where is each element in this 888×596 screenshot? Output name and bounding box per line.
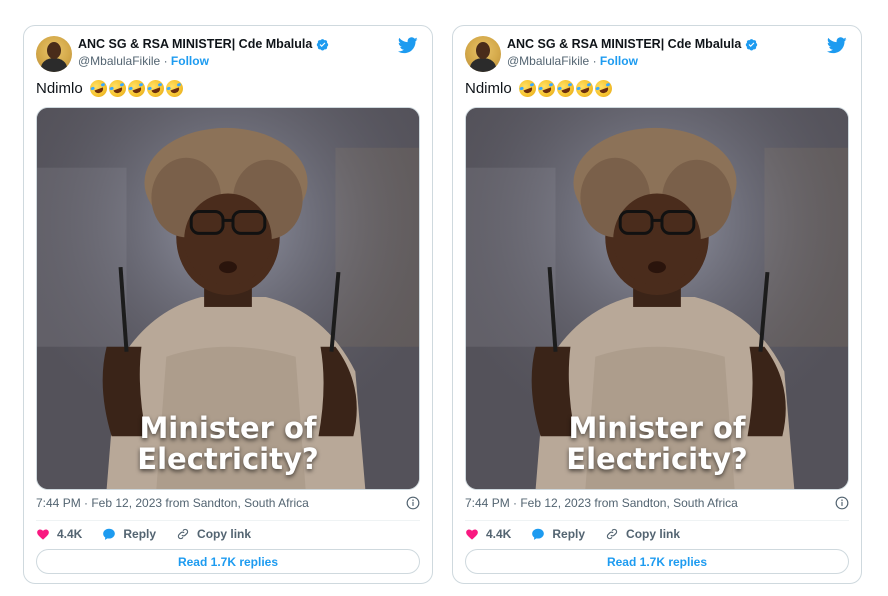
like-button[interactable]: 4.4K xyxy=(36,527,82,541)
reply-bubble-icon xyxy=(532,528,545,540)
read-replies-button[interactable]: Read 1.7K replies xyxy=(36,549,420,574)
like-button[interactable]: 4.4K xyxy=(465,527,511,541)
info-icon[interactable] xyxy=(835,496,849,510)
separator: · xyxy=(163,54,168,68)
rolling-laughing-emoji xyxy=(516,77,539,100)
action-bar: 4.4K Reply Copy link xyxy=(465,526,700,542)
tweet-image[interactable]: Minister of Electricity? xyxy=(465,107,849,490)
rolling-laughing-emoji xyxy=(163,77,186,100)
tweet-card[interactable]: ANC SG & RSA MINISTER| Cde Mbalula @Mbal… xyxy=(23,25,433,584)
timestamp-link[interactable]: 7:44 PM · Feb 12, 2023 from Sandton, Sou… xyxy=(36,496,309,510)
separator: · xyxy=(592,54,597,68)
handle-row: @MbalulaFikile · Follow xyxy=(78,54,209,68)
image-caption: Minister of Electricity? xyxy=(466,413,848,475)
tweet-text: Ndimlo xyxy=(465,77,615,100)
verified-badge-icon xyxy=(746,38,758,50)
rolling-laughing-emoji xyxy=(125,77,148,100)
read-replies-button[interactable]: Read 1.7K replies xyxy=(465,549,849,574)
twitter-bird-icon[interactable] xyxy=(827,37,847,54)
avatar[interactable] xyxy=(36,36,72,72)
tweet-text-content: Ndimlo xyxy=(465,80,512,97)
author-name[interactable]: ANC SG & RSA MINISTER| Cde Mbalula xyxy=(78,37,312,51)
rolling-laughing-emoji xyxy=(144,77,167,100)
reply-label: Reply xyxy=(552,527,586,541)
rolling-laughing-emoji xyxy=(573,77,596,100)
tweet-text: Ndimlo xyxy=(36,77,186,100)
rolling-laughing-emoji xyxy=(554,77,577,100)
author-name[interactable]: ANC SG & RSA MINISTER| Cde Mbalula xyxy=(507,37,741,51)
rolling-laughing-emoji xyxy=(106,77,129,100)
emoji-group xyxy=(87,77,186,100)
author-handle[interactable]: @MbalulaFikile xyxy=(78,54,160,68)
like-count: 4.4K xyxy=(486,527,512,541)
divider xyxy=(36,520,420,521)
image-caption: Minister of Electricity? xyxy=(37,413,419,475)
follow-link[interactable]: Follow xyxy=(171,54,209,68)
reply-button[interactable]: Reply xyxy=(102,527,156,541)
tweet-card[interactable]: ANC SG & RSA MINISTER| Cde Mbalula @Mbal… xyxy=(452,25,862,584)
rolling-laughing-emoji xyxy=(535,77,558,100)
verified-badge-icon xyxy=(317,38,329,50)
heart-icon xyxy=(37,529,49,540)
link-icon xyxy=(606,528,618,540)
copy-link-button[interactable]: Copy link xyxy=(176,527,251,541)
twitter-bird-icon[interactable] xyxy=(398,37,418,54)
read-replies-label: Read 1.7K replies xyxy=(606,554,708,569)
tweet-text-content: Ndimlo xyxy=(36,80,83,97)
read-replies-label: Read 1.7K replies xyxy=(177,554,279,569)
action-bar: 4.4K Reply Copy link xyxy=(36,526,271,542)
rolling-laughing-emoji xyxy=(87,77,110,100)
reply-label: Reply xyxy=(123,527,157,541)
copy-link-label: Copy link xyxy=(197,527,252,541)
copy-link-button[interactable]: Copy link xyxy=(605,527,680,541)
rolling-laughing-emoji xyxy=(592,77,615,100)
reply-bubble-icon xyxy=(103,528,116,540)
tweet-meta: 7:44 PM · Feb 12, 2023 from Sandton, Sou… xyxy=(465,496,849,512)
caption-line-2: Electricity? xyxy=(566,442,748,476)
copy-link-label: Copy link xyxy=(626,527,681,541)
like-count: 4.4K xyxy=(57,527,83,541)
author-handle[interactable]: @MbalulaFikile xyxy=(507,54,589,68)
handle-row: @MbalulaFikile · Follow xyxy=(507,54,638,68)
tweet-meta: 7:44 PM · Feb 12, 2023 from Sandton, Sou… xyxy=(36,496,420,512)
follow-link[interactable]: Follow xyxy=(600,54,638,68)
reply-button[interactable]: Reply xyxy=(531,527,585,541)
divider xyxy=(465,520,849,521)
avatar[interactable] xyxy=(465,36,501,72)
emoji-group xyxy=(516,77,615,100)
tweet-image[interactable]: Minister of Electricity? xyxy=(36,107,420,490)
info-icon[interactable] xyxy=(406,496,420,510)
author-row[interactable]: ANC SG & RSA MINISTER| Cde Mbalula xyxy=(507,37,758,51)
author-row[interactable]: ANC SG & RSA MINISTER| Cde Mbalula xyxy=(78,37,329,51)
caption-line-1: Minister of xyxy=(139,411,317,445)
heart-icon xyxy=(466,529,478,540)
link-icon xyxy=(177,528,189,540)
timestamp-link[interactable]: 7:44 PM · Feb 12, 2023 from Sandton, Sou… xyxy=(465,496,738,510)
caption-line-2: Electricity? xyxy=(137,442,319,476)
caption-line-1: Minister of xyxy=(568,411,746,445)
